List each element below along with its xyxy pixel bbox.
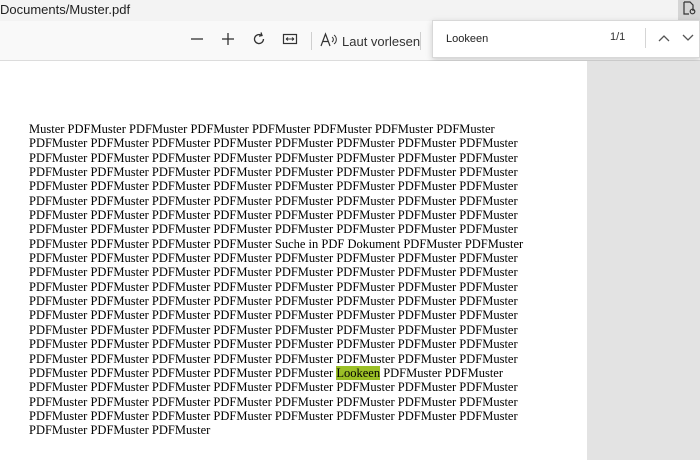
read-aloud-label: Laut vorlesen	[342, 33, 421, 49]
text-line: PDFMuster PDFMuster PDFMuster PDFMuster …	[29, 294, 518, 309]
text-line: PDFMuster PDFMuster PDFMuster PDFMuster …	[29, 222, 518, 237]
text-line: PDFMuster PDFMuster PDFMuster PDFMuster …	[29, 279, 518, 294]
chevron-up-icon	[658, 29, 670, 47]
text-segment: PDFMuster PDFMuster	[380, 365, 504, 380]
text-line: Muster PDFMuster PDFMuster PDFMuster PDF…	[29, 122, 495, 136]
plus-icon	[221, 32, 235, 51]
extension-button[interactable]	[678, 0, 700, 20]
text-line: PDFMuster PDFMuster PDFMuster PDFMuster …	[29, 236, 524, 251]
search-highlight: Lookeen	[336, 365, 381, 380]
text-line: PDFMuster PDFMuster PDFMuster PDFMuster …	[29, 408, 518, 423]
document-settings-icon	[682, 0, 696, 20]
zoom-out-button[interactable]	[185, 30, 209, 52]
text-line: PDFMuster PDFMuster PDFMuster	[29, 423, 211, 438]
read-aloud-button[interactable]: Laut vorlesen	[320, 29, 420, 53]
text-segment: PDFMuster PDFMuster PDFMuster PDFMuster …	[29, 365, 337, 380]
text-line: PDFMuster PDFMuster PDFMuster PDFMuster …	[29, 351, 518, 366]
find-match-count: 1/1	[610, 31, 626, 43]
text-line: PDFMuster PDFMuster PDFMuster PDFMuster …	[29, 165, 518, 180]
read-aloud-icon	[320, 31, 338, 51]
previous-match-button[interactable]	[653, 27, 675, 49]
fit-page-icon	[282, 31, 298, 52]
text-line: PDFMuster PDFMuster PDFMuster PDFMuster …	[29, 394, 518, 409]
text-line: PDFMuster PDFMuster PDFMuster PDFMuster …	[29, 208, 518, 223]
text-line: PDFMuster PDFMuster PDFMuster PDFMuster …	[29, 322, 518, 337]
text-line: PDFMuster PDFMuster PDFMuster PDFMuster …	[29, 136, 518, 151]
window-title: Documents/Muster.pdf	[0, 2, 131, 17]
pdf-text-content: Muster PDFMuster PDFMuster PDFMuster PDF…	[29, 61, 523, 438]
toolbar-divider	[311, 32, 312, 50]
toolbar-divider	[420, 32, 421, 50]
title-bar: Documents/Muster.pdf	[0, 0, 700, 21]
text-line: PDFMuster PDFMuster PDFMuster PDFMuster …	[29, 150, 518, 165]
text-line: PDFMuster PDFMuster PDFMuster PDFMuster …	[29, 337, 518, 352]
text-line: PDFMuster PDFMuster PDFMuster PDFMuster …	[29, 308, 518, 323]
zoom-in-button[interactable]	[216, 30, 240, 52]
text-line: PDFMuster PDFMuster PDFMuster PDFMuster …	[29, 380, 518, 395]
text-line: PDFMuster PDFMuster PDFMuster PDFMuster …	[29, 179, 518, 194]
viewer-background	[587, 61, 700, 460]
chevron-down-icon	[682, 29, 694, 47]
text-line: PDFMuster PDFMuster PDFMuster PDFMuster …	[29, 193, 518, 208]
minus-icon	[190, 32, 204, 51]
next-match-button[interactable]	[677, 27, 699, 49]
fit-to-page-button[interactable]	[278, 30, 302, 52]
find-divider	[645, 28, 646, 48]
text-line-with-match: PDFMuster PDFMuster PDFMuster PDFMuster …	[29, 365, 523, 380]
rotate-icon	[251, 31, 267, 52]
text-line: PDFMuster PDFMuster PDFMuster PDFMuster …	[29, 251, 518, 266]
rotate-button[interactable]	[247, 30, 271, 52]
text-line: PDFMuster PDFMuster PDFMuster PDFMuster …	[29, 265, 518, 280]
